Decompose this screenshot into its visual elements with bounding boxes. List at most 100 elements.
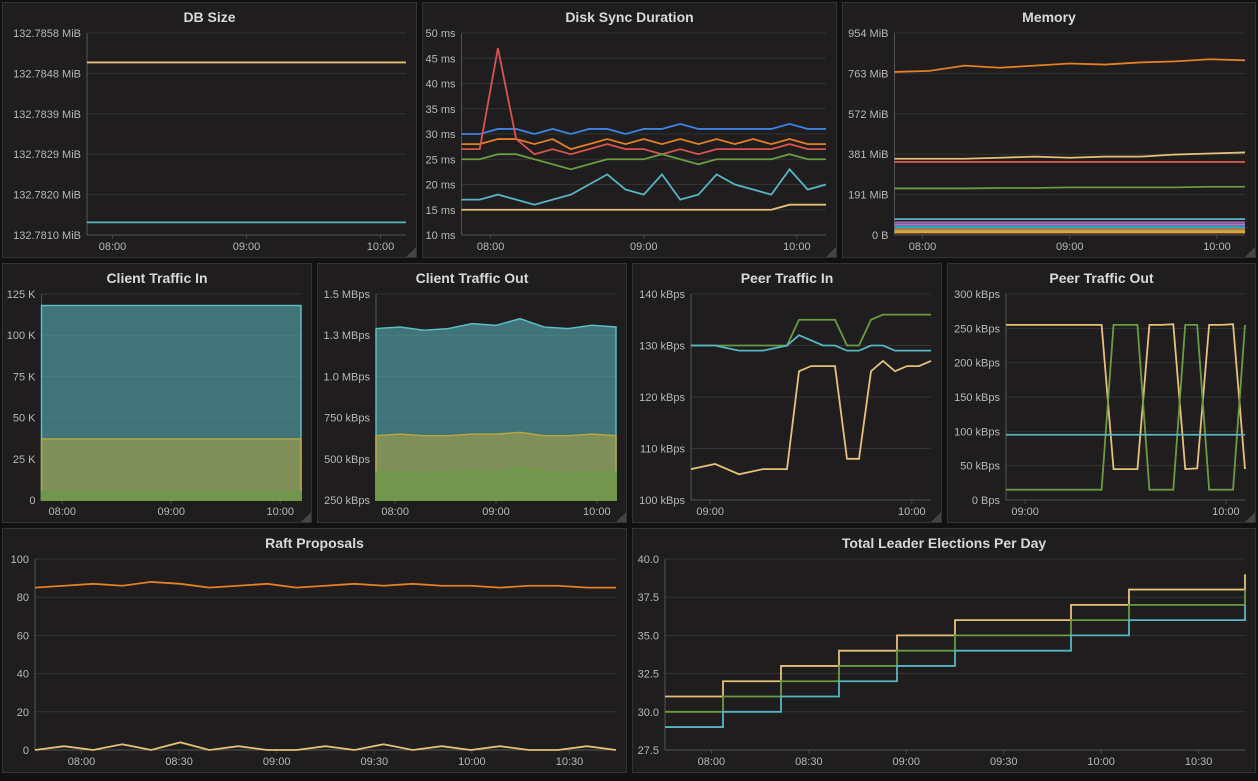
svg-text:132.7829 MiB: 132.7829 MiB — [13, 149, 81, 161]
svg-text:45 ms: 45 ms — [426, 53, 456, 65]
svg-text:100 kBps: 100 kBps — [954, 426, 1000, 438]
svg-text:572 MiB: 572 MiB — [848, 109, 888, 121]
chart-disk-sync[interactable]: 10 ms15 ms20 ms25 ms30 ms35 ms40 ms45 ms… — [423, 27, 836, 257]
svg-text:09:00: 09:00 — [696, 506, 724, 518]
svg-text:10:00: 10:00 — [1087, 756, 1115, 768]
svg-text:40: 40 — [17, 669, 29, 681]
resize-handle-icon[interactable] — [1245, 247, 1255, 257]
svg-text:10:00: 10:00 — [367, 241, 395, 253]
chart-elections[interactable]: 27.530.032.535.037.540.008:0008:3009:000… — [633, 553, 1255, 772]
resize-handle-icon[interactable] — [826, 247, 836, 257]
svg-text:35.0: 35.0 — [638, 630, 659, 642]
svg-text:0: 0 — [23, 745, 29, 757]
svg-text:80: 80 — [17, 592, 29, 604]
svg-text:32.5: 32.5 — [638, 669, 659, 681]
svg-text:132.7839 MiB: 132.7839 MiB — [13, 109, 81, 121]
svg-text:09:00: 09:00 — [263, 756, 291, 768]
panel-peer-in[interactable]: Peer Traffic In 100 kBps110 kBps120 kBps… — [632, 263, 942, 523]
panel-title-disk-sync[interactable]: Disk Sync Duration — [423, 3, 836, 27]
svg-text:10:30: 10:30 — [556, 756, 584, 768]
svg-text:09:00: 09:00 — [1056, 241, 1084, 253]
panel-client-out[interactable]: Client Traffic Out 250 kBps500 kBps750 k… — [317, 263, 627, 523]
svg-text:125 K: 125 K — [7, 289, 36, 301]
svg-text:132.7848 MiB: 132.7848 MiB — [13, 68, 81, 80]
svg-text:40 ms: 40 ms — [426, 79, 456, 91]
panel-memory[interactable]: Memory 0 B191 MiB381 MiB572 MiB763 MiB95… — [842, 2, 1256, 258]
panel-disk-sync[interactable]: Disk Sync Duration 10 ms15 ms20 ms25 ms3… — [422, 2, 837, 258]
svg-text:50 kBps: 50 kBps — [960, 461, 1000, 473]
svg-text:75 K: 75 K — [13, 371, 36, 383]
svg-text:1.0 MBps: 1.0 MBps — [324, 371, 371, 383]
resize-handle-icon[interactable] — [931, 512, 941, 522]
resize-handle-icon[interactable] — [406, 247, 416, 257]
resize-handle-icon[interactable] — [1245, 512, 1255, 522]
svg-text:09:00: 09:00 — [157, 506, 185, 518]
svg-text:08:00: 08:00 — [381, 506, 409, 518]
chart-memory[interactable]: 0 B191 MiB381 MiB572 MiB763 MiB954 MiB08… — [843, 27, 1255, 257]
svg-text:09:00: 09:00 — [893, 756, 921, 768]
svg-text:0: 0 — [29, 495, 35, 507]
panel-title-memory[interactable]: Memory — [843, 3, 1255, 27]
svg-text:1.5 MBps: 1.5 MBps — [324, 289, 371, 301]
panel-db-size[interactable]: DB Size 132.7810 MiB 132.7820 MiB 132.7829… — [2, 2, 417, 258]
svg-text:130 kBps: 130 kBps — [639, 341, 685, 353]
panel-title-peer-in[interactable]: Peer Traffic In — [633, 264, 941, 288]
chart-raft[interactable]: 02040608010008:0008:3009:0009:3010:0010:… — [3, 553, 626, 772]
svg-text:09:00: 09:00 — [233, 241, 261, 253]
panel-title-db-size[interactable]: DB Size — [3, 3, 416, 27]
panel-title-client-out[interactable]: Client Traffic Out — [318, 264, 626, 288]
chart-client-in[interactable]: 025 K50 K75 K100 K125 K08:0009:0010:00 — [3, 288, 311, 522]
svg-text:10:00: 10:00 — [266, 506, 294, 518]
chart-client-out[interactable]: 250 kBps500 kBps750 kBps1.0 MBps1.3 MBps… — [318, 288, 626, 522]
svg-text:37.5: 37.5 — [638, 592, 659, 604]
chart-peer-out[interactable]: 0 Bps50 kBps100 kBps150 kBps200 kBps250 … — [948, 288, 1255, 522]
svg-text:191 MiB: 191 MiB — [848, 190, 888, 202]
svg-text:100: 100 — [11, 554, 29, 566]
svg-text:08:00: 08:00 — [48, 506, 76, 518]
svg-text:132.7820 MiB: 132.7820 MiB — [13, 190, 81, 202]
chart-peer-in[interactable]: 100 kBps110 kBps120 kBps130 kBps140 kBps… — [633, 288, 941, 522]
svg-text:10:00: 10:00 — [898, 506, 926, 518]
svg-text:150 kBps: 150 kBps — [954, 392, 1000, 404]
svg-text:09:30: 09:30 — [990, 756, 1018, 768]
svg-text:08:00: 08:00 — [68, 756, 96, 768]
panel-title-client-in[interactable]: Client Traffic In — [3, 264, 311, 288]
svg-text:250 kBps: 250 kBps — [324, 495, 370, 507]
svg-text:763 MiB: 763 MiB — [848, 68, 888, 80]
svg-text:10:00: 10:00 — [1203, 241, 1231, 253]
svg-text:08:30: 08:30 — [795, 756, 823, 768]
svg-text:10:00: 10:00 — [458, 756, 486, 768]
svg-text:10:00: 10:00 — [583, 506, 611, 518]
svg-text:25 ms: 25 ms — [426, 154, 456, 166]
dashboard: DB Size 132.7810 MiB 132.7820 MiB 132.7829… — [2, 2, 1256, 773]
panel-title-elections[interactable]: Total Leader Elections Per Day — [633, 529, 1255, 553]
svg-text:15 ms: 15 ms — [426, 205, 456, 217]
svg-text:20 ms: 20 ms — [426, 180, 456, 192]
svg-text:110 kBps: 110 kBps — [640, 444, 686, 456]
svg-text:08:00: 08:00 — [99, 241, 127, 253]
svg-text:132.7810 MiB: 132.7810 MiB — [13, 230, 81, 242]
svg-text:100 K: 100 K — [7, 330, 36, 342]
svg-text:20: 20 — [17, 707, 29, 719]
svg-text:09:30: 09:30 — [361, 756, 389, 768]
svg-text:10:00: 10:00 — [1212, 506, 1240, 518]
panel-raft[interactable]: Raft Proposals 02040608010008:0008:3009:… — [2, 528, 627, 773]
svg-text:08:00: 08:00 — [698, 756, 726, 768]
svg-text:0 Bps: 0 Bps — [972, 495, 1001, 507]
resize-handle-icon[interactable] — [301, 512, 311, 522]
panel-client-in[interactable]: Client Traffic In 025 K50 K75 K100 K125 … — [2, 263, 312, 523]
svg-text:300 kBps: 300 kBps — [954, 289, 1000, 301]
panel-peer-out[interactable]: Peer Traffic Out 0 Bps 50 kBps 100 kBps 150… — [947, 263, 1256, 523]
panel-elections[interactable]: Total Leader Elections Per Day 27.530.03… — [632, 528, 1256, 773]
svg-text:140 kBps: 140 kBps — [639, 289, 685, 301]
svg-text:25 K: 25 K — [13, 454, 36, 466]
svg-text:381 MiB: 381 MiB — [848, 149, 888, 161]
svg-text:60: 60 — [17, 630, 29, 642]
resize-handle-icon[interactable] — [616, 512, 626, 522]
panel-title-peer-out[interactable]: Peer Traffic Out — [948, 264, 1255, 288]
svg-text:50 ms: 50 ms — [426, 28, 456, 40]
chart-db-size[interactable]: 132.7810 MiB 132.7820 MiB 132.7829 MiB 132.… — [3, 27, 416, 257]
svg-text:120 kBps: 120 kBps — [639, 392, 685, 404]
row-3: Raft Proposals 0 20 40 60 80 100 08:00 08:30 09:… — [2, 528, 1256, 773]
panel-title-raft[interactable]: Raft Proposals — [3, 529, 626, 553]
